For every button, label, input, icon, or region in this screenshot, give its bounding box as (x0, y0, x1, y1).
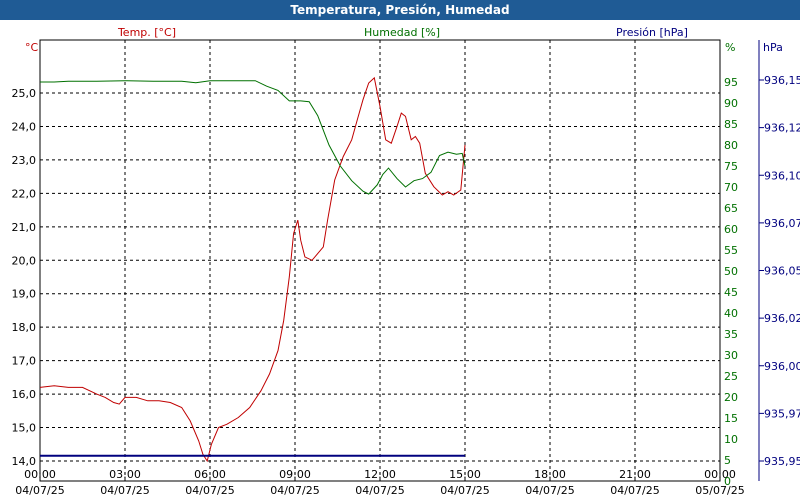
x-tick-date: 04/07/25 (610, 484, 659, 497)
humidity-tick-label: 50 (724, 265, 738, 278)
temp-tick-label: 20,0 (12, 254, 37, 267)
temp-tick-label: 23,0 (12, 154, 37, 167)
humidity-tick-label: 30 (724, 349, 738, 362)
humidity-tick-label: 15 (724, 412, 738, 425)
x-tick-time: 00:00 (704, 468, 736, 481)
grid-lines (39, 39, 764, 482)
pressure-tick-label: 936,00 (764, 360, 800, 373)
temp-tick-label: 21,0 (12, 221, 37, 234)
pressure-tick-label: 935,97 (764, 407, 800, 420)
humidity-tick-label: 60 (724, 223, 738, 236)
temp-tick-label: 22,0 (12, 187, 37, 200)
humidity-tick-label: 45 (724, 286, 738, 299)
humidity-tick-label: 55 (724, 244, 738, 257)
x-tick-date: 04/07/25 (185, 484, 234, 497)
humidity-unit-label: % (725, 41, 735, 54)
temp-tick-label: 16,0 (12, 388, 37, 401)
temp-series-line (39, 76, 466, 463)
x-tick-date: 04/07/25 (355, 484, 404, 497)
chart-canvas: 14,0 15,0 16,0 17,0 18,0 19,0 20,0 21,0 22,0 23,0… (12, 26, 800, 497)
x-tick-time: 06:00 (194, 468, 226, 481)
humidity-tick-label: 40 (724, 307, 738, 320)
pressure-tick-label: 936,12 (764, 122, 800, 135)
temp-series-label: Temp. [°C] (117, 26, 176, 39)
x-tick-time: 15:00 (449, 468, 481, 481)
temp-tick-label: 19,0 (12, 288, 37, 301)
pressure-tick-label: 936,05 (764, 265, 800, 278)
humidity-tick-label: 10 (724, 433, 738, 446)
humidity-tick-label: 85 (724, 118, 738, 131)
x-tick-time: 03:00 (109, 468, 141, 481)
chart-title: Temperatura, Presión, Humedad (0, 0, 800, 20)
x-tick-date: 04/07/25 (440, 484, 489, 497)
pressure-tick-label: 936,10 (764, 169, 800, 182)
x-tick-date: 05/07/25 (695, 484, 744, 497)
series-lines (39, 76, 466, 463)
temp-tick-label: 24,0 (12, 120, 37, 133)
humidity-tick-label: 75 (724, 160, 738, 173)
temp-tick-label: 18,0 (12, 321, 37, 334)
humidity-tick-label: 90 (724, 97, 738, 110)
x-tick-time: 21:00 (619, 468, 651, 481)
humidity-series-line (40, 80, 466, 195)
pressure-tick-label: 936,02 (764, 312, 800, 325)
humidity-tick-label: 5 (724, 454, 731, 467)
humidity-series-label: Humedad [%] (364, 26, 440, 39)
x-tick-time: 12:00 (364, 468, 396, 481)
x-tick-time: 09:00 (279, 468, 311, 481)
humidity-tick-label: 65 (724, 202, 738, 215)
pressure-tick-label: 935,95 (764, 455, 800, 468)
humidity-tick-label: 80 (724, 139, 738, 152)
temp-tick-label: 15,0 (12, 422, 37, 435)
x-tick-date: 04/07/25 (100, 484, 149, 497)
temp-tick-label: 25,0 (12, 87, 37, 100)
humidity-tick-label: 95 (724, 76, 738, 89)
humidity-tick-label: 20 (724, 391, 738, 404)
humidity-tick-label: 0 (724, 475, 731, 488)
humidity-tick-label: 35 (724, 328, 738, 341)
pressure-unit-label: hPa (763, 41, 783, 54)
humidity-tick-label: 25 (724, 370, 738, 383)
temp-tick-label: 17,0 (12, 355, 37, 368)
axis-labels: 14,0 15,0 16,0 17,0 18,0 19,0 20,0 21,0 22,0 23,0… (12, 26, 800, 497)
humidity-tick-label: 70 (724, 181, 738, 194)
temp-unit-label: °C (25, 41, 39, 54)
pressure-series-label: Presión [hPa] (616, 26, 688, 39)
temp-tick-label: 14,0 (12, 455, 37, 468)
pressure-tick-label: 936,07 (764, 217, 800, 230)
x-tick-time: 18:00 (534, 468, 566, 481)
x-tick-date: 04/07/25 (270, 484, 319, 497)
x-tick-time: 00:00 (24, 468, 56, 481)
x-tick-date: 04/07/25 (15, 484, 64, 497)
pressure-tick-label: 936,15 (764, 74, 800, 87)
x-tick-date: 04/07/25 (525, 484, 574, 497)
